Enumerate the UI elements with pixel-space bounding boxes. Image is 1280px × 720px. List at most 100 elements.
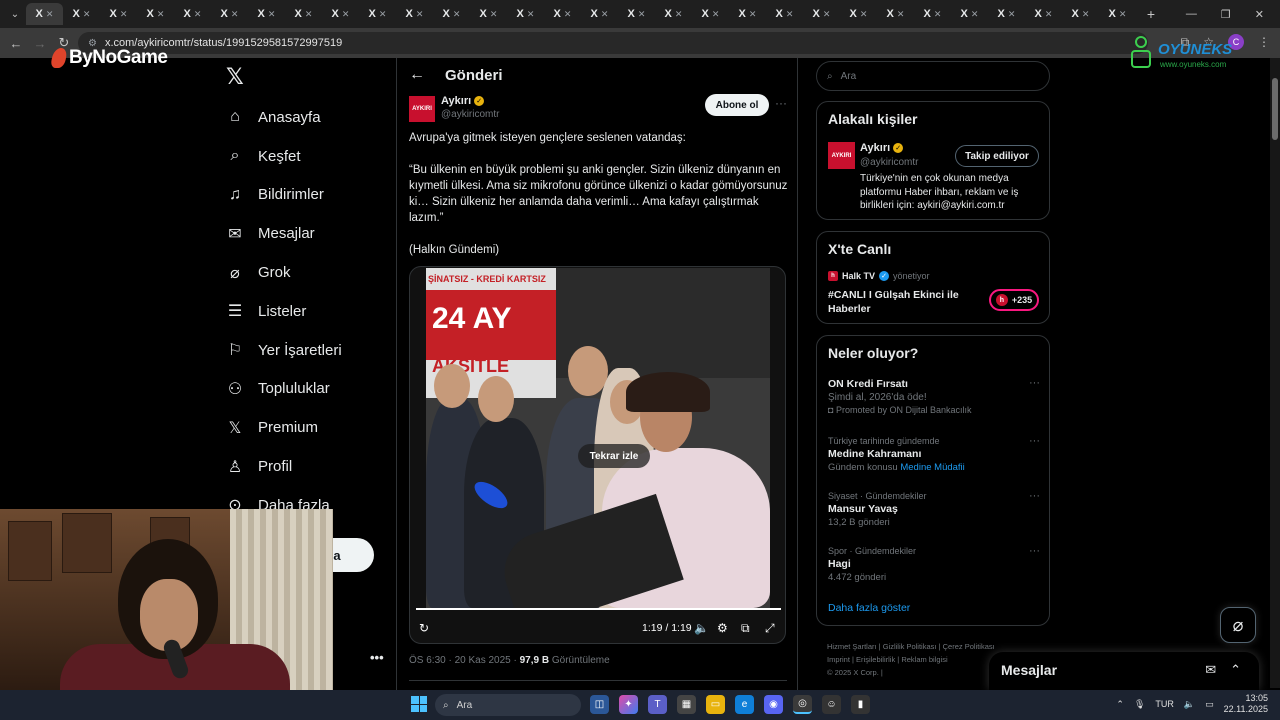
minimize-icon[interactable]: — <box>1186 8 1197 21</box>
trend-more-icon[interactable]: ··· <box>1029 545 1040 557</box>
browser-tab[interactable]: X ✕ <box>1025 3 1062 25</box>
close-tab-icon[interactable]: ✕ <box>638 9 646 20</box>
close-tab-icon[interactable]: ✕ <box>749 9 757 20</box>
post-timestamp[interactable]: ÖS 6:30 · 20 Kas 2025 · <box>409 655 520 666</box>
nav-item[interactable]: ♙ Profil <box>226 447 342 486</box>
close-window-icon[interactable]: ✕ <box>1255 8 1264 21</box>
page-scrollbar[interactable] <box>1270 58 1280 688</box>
chevron-up-icon[interactable]: ⌃ <box>1116 699 1124 710</box>
footer-link[interactable]: Erişilebilirlik <box>856 655 895 664</box>
mic-icon[interactable]: 🎙 <box>1134 699 1145 710</box>
author-name[interactable]: Aykırı ✓ <box>441 95 485 107</box>
nav-item[interactable]: ✉ Mesajlar <box>226 214 342 253</box>
subscribe-button[interactable]: Abone ol <box>705 94 769 116</box>
author-handle[interactable]: @aykiricomtr <box>441 109 500 120</box>
browser-tab[interactable]: X ✕ <box>877 3 914 25</box>
windows-start-icon[interactable] <box>411 696 427 712</box>
author-avatar[interactable]: AYKIRI <box>409 96 435 122</box>
taskview-icon[interactable]: ◫ <box>590 695 609 714</box>
close-tab-icon[interactable]: ✕ <box>305 9 313 20</box>
related-handle[interactable]: @aykiricomtr <box>860 157 919 168</box>
close-tab-icon[interactable]: ✕ <box>934 9 942 20</box>
following-button[interactable]: Takip ediliyor <box>955 145 1039 167</box>
close-tab-icon[interactable]: ✕ <box>231 9 239 20</box>
close-tab-icon[interactable]: ✕ <box>823 9 831 20</box>
nav-item[interactable]: ⚐ Yer İşaretleri <box>226 331 342 370</box>
browser-tab[interactable]: X ✕ <box>470 3 507 25</box>
close-tab-icon[interactable]: ✕ <box>46 9 54 20</box>
close-tab-icon[interactable]: ✕ <box>897 9 905 20</box>
footer-link[interactable]: Reklam bilgisi <box>901 655 947 664</box>
battery-icon[interactable]: ▭ <box>1205 699 1214 710</box>
related-avatar[interactable]: AYKIRI <box>828 142 855 169</box>
trend-item[interactable]: Spor · Gündemdekiler Hagi 4.472 gönderi … <box>828 545 1040 584</box>
nav-item[interactable]: ⌀ Grok <box>226 253 342 292</box>
trend-more-icon[interactable]: ··· <box>1029 377 1040 389</box>
browser-tab[interactable]: X ✕ <box>655 3 692 25</box>
browser-tab[interactable]: X ✕ <box>951 3 988 25</box>
close-tab-icon[interactable]: ✕ <box>971 9 979 20</box>
browser-tab[interactable]: X ✕ <box>692 3 729 25</box>
fullscreen-icon[interactable]: ⤢ <box>765 621 775 636</box>
close-tab-icon[interactable]: ✕ <box>1119 9 1127 20</box>
language-indicator[interactable]: TUR <box>1155 699 1174 709</box>
account-more-icon[interactable]: ••• <box>370 650 384 665</box>
close-tab-icon[interactable]: ✕ <box>194 9 202 20</box>
discord-icon[interactable]: ◉ <box>764 695 783 714</box>
close-tab-icon[interactable]: ✕ <box>157 9 165 20</box>
show-more-link[interactable]: Daha fazla göster <box>828 602 910 614</box>
browser-tab[interactable]: X ✕ <box>26 3 63 25</box>
back-icon[interactable]: ← <box>4 36 28 51</box>
nav-item[interactable]: ⌂ Anasayfa <box>226 98 342 137</box>
trend-link[interactable]: Medine Müdafii <box>900 462 964 473</box>
x-logo-icon[interactable]: 𝕏 <box>226 64 244 90</box>
footer-link[interactable]: © 2025 X Corp. <box>827 668 879 677</box>
live-stream-title[interactable]: #CANLI I Gülşah Ekinci ile Haberler <box>828 289 978 316</box>
copilot-icon[interactable]: ✦ <box>619 695 638 714</box>
nav-item[interactable]: ⌕ Keşfet <box>226 137 342 176</box>
video-frame[interactable]: ŞİNATSIZ - KREDİ KARTSIZ 24 AY AKSİTLE T… <box>426 268 770 608</box>
nav-item[interactable]: ♫ Bildirimler <box>226 176 342 215</box>
live-host[interactable]: h Halk TV ✓ yönetiyor <box>828 271 930 281</box>
tab-search-dropdown[interactable]: ⌄ <box>4 4 26 24</box>
close-tab-icon[interactable]: ✕ <box>527 9 535 20</box>
browser-tab[interactable]: X ✕ <box>359 3 396 25</box>
related-name[interactable]: Aykırı ✓ <box>860 142 904 154</box>
browser-tab[interactable]: X ✕ <box>1099 3 1136 25</box>
close-tab-icon[interactable]: ✕ <box>786 9 794 20</box>
browser-tab[interactable]: X ✕ <box>988 3 1025 25</box>
speaker-icon[interactable]: 🔈 <box>1184 699 1195 710</box>
app-icon[interactable]: ☺ <box>822 695 841 714</box>
browser-tab[interactable]: X ✕ <box>285 3 322 25</box>
nav-item[interactable]: ⚇ Topluluklar <box>226 370 342 409</box>
edge-icon[interactable]: e <box>735 695 754 714</box>
close-tab-icon[interactable]: ✕ <box>675 9 683 20</box>
browser-tab[interactable]: X ✕ <box>174 3 211 25</box>
grok-floating-button[interactable]: ⌀ <box>1220 607 1256 643</box>
browser-tab[interactable]: X ✕ <box>396 3 433 25</box>
video-player[interactable]: ŞİNATSIZ - KREDİ KARTSIZ 24 AY AKSİTLE T… <box>409 266 786 644</box>
browser-tab[interactable]: X ✕ <box>766 3 803 25</box>
trend-item[interactable]: Siyaset · Gündemdekiler Mansur Yavaş 13,… <box>828 490 1040 529</box>
nav-item[interactable]: ☰ Listeler <box>226 292 342 331</box>
footer-link[interactable]: Hizmet Şartları <box>827 642 877 651</box>
replay-button[interactable]: Tekrar izle <box>578 444 650 468</box>
browser-menu-icon[interactable]: ⋮ <box>1258 35 1270 49</box>
close-tab-icon[interactable]: ✕ <box>416 9 424 20</box>
close-tab-icon[interactable]: ✕ <box>490 9 498 20</box>
new-tab-button[interactable]: + <box>1140 6 1162 22</box>
browser-tab[interactable]: X ✕ <box>322 3 359 25</box>
browser-tab[interactable]: X ✕ <box>100 3 137 25</box>
trend-item[interactable]: ON Kredi Fırsatı Şimdi al, 2026'da öde! … <box>828 377 1040 416</box>
forward-icon[interactable]: → <box>28 36 52 51</box>
close-tab-icon[interactable]: ✕ <box>342 9 350 20</box>
trend-more-icon[interactable]: ··· <box>1029 490 1040 502</box>
close-tab-icon[interactable]: ✕ <box>268 9 276 20</box>
clock[interactable]: 13:05 22.11.2025 <box>1224 693 1268 715</box>
browser-tab[interactable]: X ✕ <box>729 3 766 25</box>
post-more-icon[interactable]: ··· <box>775 96 787 110</box>
browser-tab[interactable]: X ✕ <box>433 3 470 25</box>
trend-item[interactable]: Türkiye tarihinde gündemde Medine Kahram… <box>828 435 1040 474</box>
address-bar[interactable]: ⚙ x.com/aykiricomtr/status/1991529581572… <box>78 32 1148 54</box>
close-tab-icon[interactable]: ✕ <box>379 9 387 20</box>
